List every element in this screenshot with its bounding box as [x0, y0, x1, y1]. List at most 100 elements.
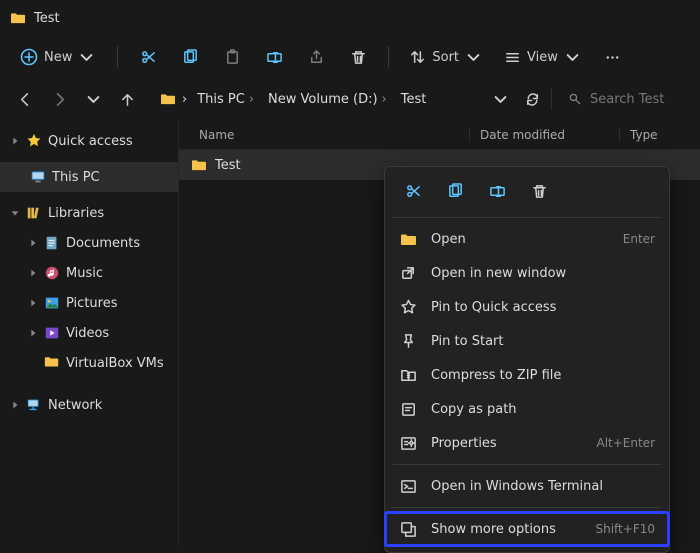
chevron-down-icon — [465, 49, 482, 66]
refresh-icon — [524, 91, 541, 108]
ctx-label: Open in Windows Terminal — [431, 479, 655, 494]
network-icon — [26, 397, 42, 413]
folder-icon — [10, 11, 26, 25]
caret-right-icon — [28, 298, 38, 308]
delete-button[interactable] — [340, 41, 376, 73]
plus-circle-icon — [20, 48, 38, 66]
ctx-cut-button[interactable] — [399, 177, 427, 205]
scissors-icon — [140, 49, 157, 66]
ctx-label: Compress to ZIP file — [431, 368, 655, 383]
breadcrumb-root[interactable]: This PC› — [193, 90, 258, 109]
recent-button[interactable] — [78, 83, 108, 115]
breadcrumb-label: This PC — [197, 92, 245, 107]
caret-right-icon — [10, 136, 20, 146]
back-button[interactable] — [10, 83, 40, 115]
up-button[interactable] — [112, 83, 142, 115]
sidebar-item-network[interactable]: Network — [0, 390, 178, 420]
ctx-open-terminal[interactable]: Open in Windows Terminal — [385, 469, 669, 503]
ctx-delete-button[interactable] — [525, 177, 553, 205]
address-dropdown[interactable] — [485, 83, 515, 115]
sidebar-item-quick-access[interactable]: Quick access — [0, 126, 178, 156]
ctx-label: Copy as path — [431, 402, 655, 417]
ctx-label: Show more options — [431, 522, 581, 537]
up-icon — [119, 91, 136, 108]
forward-icon — [51, 91, 68, 108]
sidebar-item-this-pc[interactable]: This PC — [0, 162, 178, 192]
ctx-copy-button[interactable] — [441, 177, 469, 205]
title-bar: Test — [0, 0, 700, 36]
separator — [551, 88, 552, 110]
breadcrumb-label: Test — [401, 92, 427, 107]
sort-icon — [409, 49, 426, 66]
videos-icon — [44, 325, 60, 341]
column-date[interactable]: Date modified — [469, 128, 619, 142]
sidebar-item-documents[interactable]: Documents — [0, 228, 178, 258]
forward-button[interactable] — [44, 83, 74, 115]
back-icon — [17, 91, 34, 108]
separator — [393, 507, 661, 508]
body: Quick access This PC Libraries Documents… — [0, 120, 700, 545]
ctx-label: Open in new window — [431, 266, 655, 281]
sidebar-item-vbox[interactable]: VirtualBox VMs — [0, 348, 178, 378]
new-button[interactable]: New — [10, 41, 105, 73]
column-name[interactable]: Name — [179, 128, 469, 142]
chevron-down-icon — [78, 49, 95, 66]
column-type[interactable]: Type — [619, 128, 700, 142]
folder-icon — [400, 231, 417, 248]
rename-icon — [266, 49, 283, 66]
separator — [393, 217, 661, 218]
sidebar-label: Network — [48, 398, 102, 413]
search-box[interactable]: Search Test — [560, 84, 690, 114]
content-area: Name Date modified Type Test Open Enter — [178, 120, 700, 545]
ctx-pin-start[interactable]: Pin to Start — [385, 324, 669, 358]
ctx-open[interactable]: Open Enter — [385, 222, 669, 256]
ctx-pin-quick-access[interactable]: Pin to Quick access — [385, 290, 669, 324]
chevron-down-icon — [492, 91, 509, 108]
sidebar-label: Pictures — [66, 296, 117, 311]
sidebar-label: Music — [66, 266, 103, 281]
ctx-accel: Alt+Enter — [596, 436, 655, 450]
sort-label: Sort — [432, 50, 459, 65]
sidebar-label: Videos — [66, 326, 109, 341]
separator — [393, 464, 661, 465]
rename-button[interactable] — [256, 41, 292, 73]
copy-button[interactable] — [172, 41, 208, 73]
address-bar[interactable]: › This PC› New Volume (D:)› Test — [152, 84, 477, 114]
sidebar-item-pictures[interactable]: Pictures — [0, 288, 178, 318]
ctx-show-more-options[interactable]: Show more options Shift+F10 — [385, 512, 669, 546]
ctx-copy-path[interactable]: Copy as path — [385, 392, 669, 426]
refresh-button[interactable] — [517, 83, 547, 115]
properties-icon — [400, 435, 417, 452]
ctx-accel: Enter — [623, 232, 655, 246]
separator — [388, 46, 389, 68]
caret-right-icon — [28, 328, 38, 338]
more-button[interactable] — [595, 41, 631, 73]
search-icon — [568, 92, 582, 106]
sidebar-item-libraries[interactable]: Libraries — [0, 198, 178, 228]
ctx-open-new-window[interactable]: Open in new window — [385, 256, 669, 290]
sidebar-item-videos[interactable]: Videos — [0, 318, 178, 348]
sidebar-item-music[interactable]: Music — [0, 258, 178, 288]
breadcrumb-leaf[interactable]: Test — [397, 90, 431, 109]
copy-icon — [182, 49, 199, 66]
view-button[interactable]: View — [496, 41, 589, 73]
chevron-down-icon — [85, 91, 102, 108]
ctx-label: Pin to Quick access — [431, 300, 655, 315]
paste-icon — [224, 49, 241, 66]
folder-icon — [44, 355, 60, 371]
folder-icon — [191, 158, 207, 172]
ctx-properties[interactable]: Properties Alt+Enter — [385, 426, 669, 460]
caret-right-icon — [28, 238, 38, 248]
sort-button[interactable]: Sort — [401, 41, 490, 73]
context-toolbar — [385, 173, 669, 213]
column-headers[interactable]: Name Date modified Type — [179, 120, 700, 150]
cut-button[interactable] — [130, 41, 166, 73]
share-button[interactable] — [298, 41, 334, 73]
trash-icon — [350, 49, 367, 66]
ctx-rename-button[interactable] — [483, 177, 511, 205]
paste-button[interactable] — [214, 41, 250, 73]
breadcrumb-mid[interactable]: New Volume (D:)› — [264, 90, 391, 109]
ctx-compress-zip[interactable]: Compress to ZIP file — [385, 358, 669, 392]
window-title: Test — [34, 11, 60, 26]
ctx-label: Open — [431, 232, 609, 247]
